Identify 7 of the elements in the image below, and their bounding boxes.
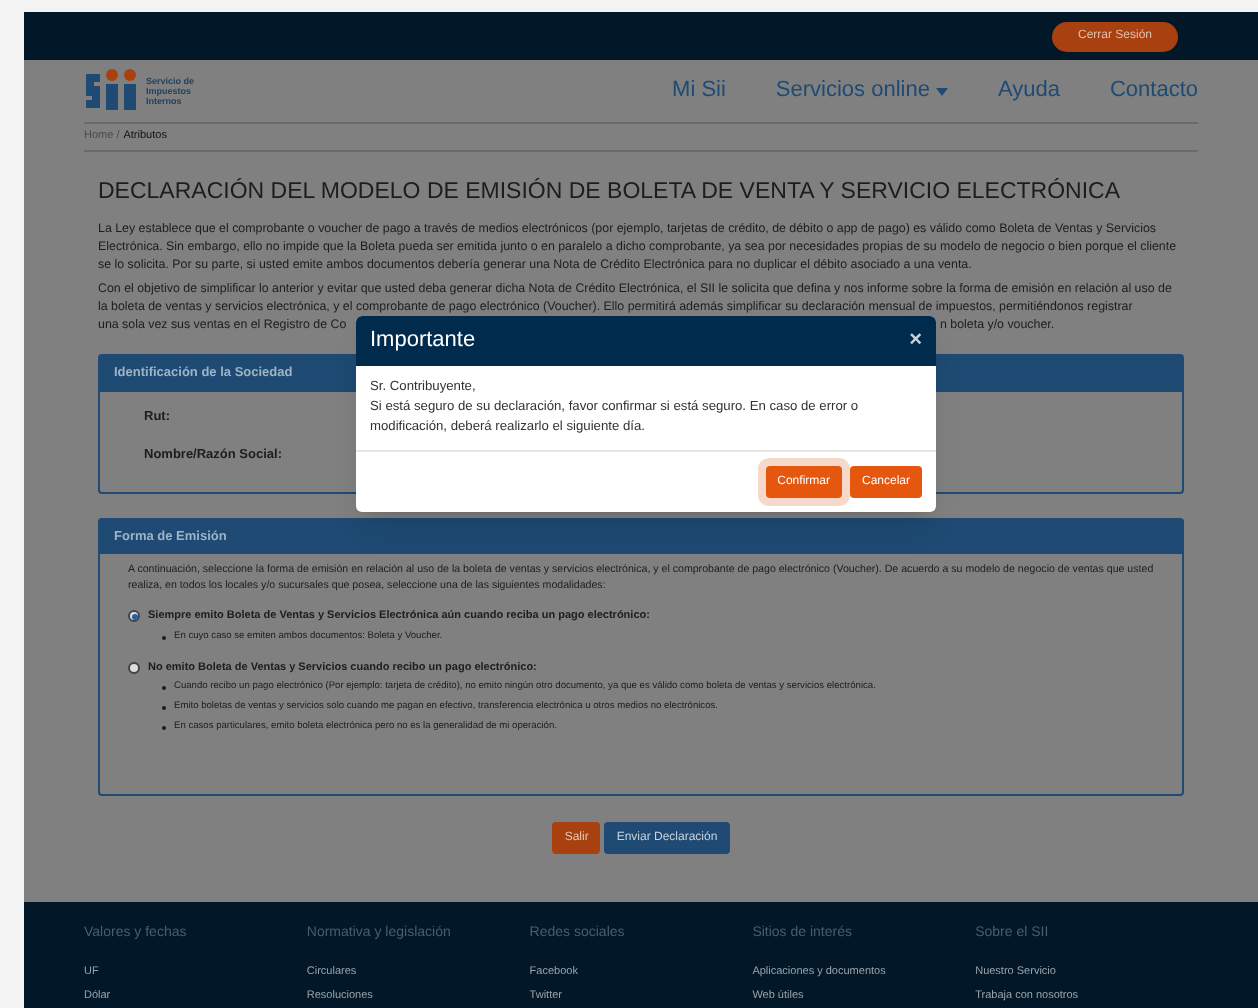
caret-icon — [935, 87, 948, 95]
radio-button[interactable] — [128, 610, 140, 623]
page-title: DECLARACIÓN DEL MODELO DE EMISIÓN DE BOLETA DE VENTA Y SERVICIO ELECTRÓNICA — [98, 176, 1123, 208]
close-button[interactable]: × — [909, 330, 922, 352]
logo-icon — [84, 67, 140, 115]
radio-button[interactable] — [128, 661, 140, 674]
modal-title: Importante — [370, 326, 476, 357]
